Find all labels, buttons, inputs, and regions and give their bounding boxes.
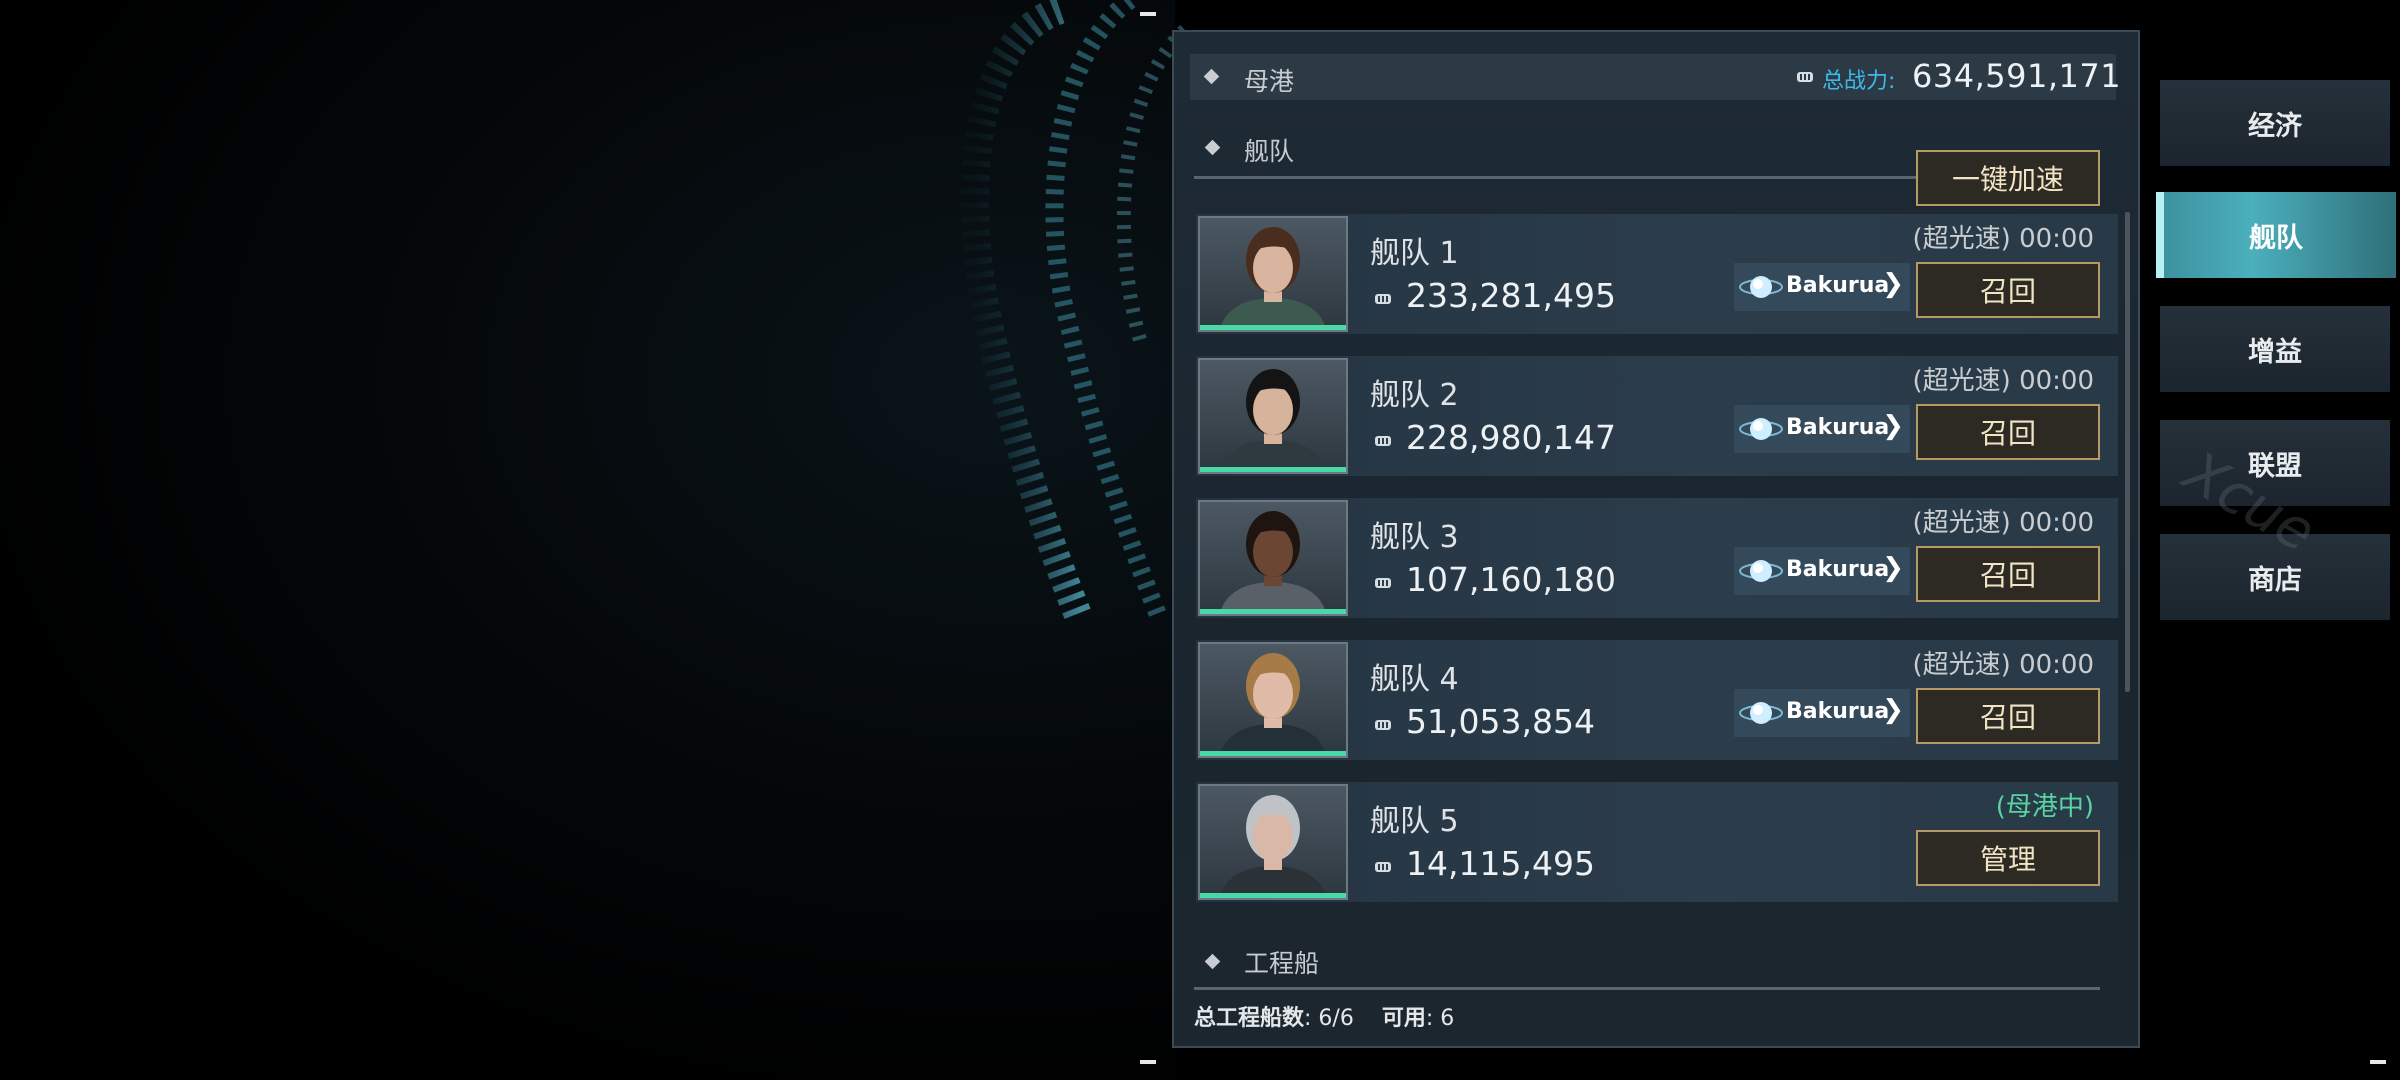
fleet-name: 舰队 4 [1370, 662, 1459, 697]
diamond-icon [1204, 139, 1221, 156]
planet-icon [1739, 702, 1783, 724]
hp-bar [1200, 893, 1346, 898]
total-power-value: 634,591,171 [1912, 57, 2122, 95]
fist-icon [1375, 436, 1391, 446]
chevron-right-icon: ❯ [1882, 695, 1904, 725]
nav-economy-button[interactable]: 经济 [2160, 80, 2390, 166]
planet-destination-chip[interactable]: Bakurua ❯ [1734, 405, 1910, 453]
nav-fleet-button[interactable]: 舰队 [2156, 192, 2396, 278]
fleet-status: (超光速) 00:00 [1912, 650, 2094, 680]
engineer-count: 总工程船数: 6/6 可用: 6 [1194, 1000, 1454, 1032]
recall-button[interactable]: 召回 [1916, 546, 2100, 602]
fleet-name: 舰队 1 [1370, 236, 1459, 271]
recall-button[interactable]: 召回 [1916, 262, 2100, 318]
frame-corner-mark [1140, 12, 1156, 16]
hp-bar [1200, 751, 1346, 756]
frame-corner-mark [2370, 1060, 2386, 1064]
planet-icon [1739, 276, 1783, 298]
fleet-power: 14,115,495 [1406, 844, 1595, 883]
fleet-power: 228,980,147 [1406, 418, 1616, 457]
chevron-right-icon: ❯ [1882, 411, 1904, 441]
nav-buff-button[interactable]: 增益 [2160, 306, 2390, 392]
engineer-total-value: : 6/6 [1304, 1006, 1354, 1031]
recall-button[interactable]: 召回 [1916, 688, 2100, 744]
fist-icon [1375, 862, 1391, 872]
engineer-available-value: : 6 [1425, 1006, 1455, 1031]
fleet-status: (超光速) 00:00 [1912, 224, 2094, 254]
hp-bar [1200, 467, 1346, 472]
planet-name: Bakurua [1786, 415, 1890, 440]
planet-name: Bakurua [1786, 557, 1890, 582]
planet-icon [1739, 560, 1783, 582]
diamond-icon [1204, 953, 1221, 970]
fleet-panel: 母港 总战力: 634,591,171 舰队 一键加速 舰队 1 233,281… [1172, 30, 2140, 1048]
fleet-row[interactable]: 舰队 4 51,053,854 (超光速) 00:00 Bakurua ❯ 召回 [1196, 640, 2118, 760]
planet-destination-chip[interactable]: Bakurua ❯ [1734, 263, 1910, 311]
home-port-title: 母港 [1244, 67, 1295, 96]
fleet-name: 舰队 3 [1370, 520, 1459, 555]
frame-corner-mark [1140, 1060, 1156, 1064]
fleet-name: 舰队 5 [1370, 804, 1459, 839]
manage-button[interactable]: 管理 [1916, 830, 2100, 886]
home-port-bar: 母港 总战力: 634,591,171 [1190, 54, 2121, 100]
fleet-row[interactable]: 舰队 5 14,115,495 (母港中) 管理 [1196, 782, 2118, 902]
engineer-total-label: 总工程船数 [1194, 1006, 1305, 1031]
commander-portrait[interactable] [1198, 500, 1348, 616]
chevron-right-icon: ❯ [1882, 553, 1904, 583]
commander-portrait[interactable] [1198, 216, 1348, 332]
chevron-right-icon: ❯ [1882, 269, 1904, 299]
engineer-available-label: 可用 [1381, 1006, 1426, 1031]
planet-icon [1739, 418, 1783, 440]
fleet-power: 107,160,180 [1406, 560, 1616, 599]
fist-icon [1797, 72, 1813, 82]
fleet-name: 舰队 2 [1370, 378, 1459, 413]
fist-icon [1375, 578, 1391, 588]
fleet-section-divider [1194, 176, 1922, 179]
fleet-section-title: 舰队 [1244, 137, 1295, 166]
engineer-section-title: 工程船 [1244, 949, 1320, 978]
fleet-row[interactable]: 舰队 1 233,281,495 (超光速) 00:00 Bakurua ❯ 召… [1196, 214, 2118, 334]
recall-button[interactable]: 召回 [1916, 404, 2100, 460]
commander-portrait[interactable] [1198, 784, 1348, 900]
fleet-power: 51,053,854 [1406, 702, 1595, 741]
fleet-status: (超光速) 00:00 [1912, 508, 2094, 538]
commander-portrait[interactable] [1198, 358, 1348, 474]
hp-bar [1200, 609, 1346, 614]
planet-destination-chip[interactable]: Bakurua ❯ [1734, 547, 1910, 595]
orbital-ring-decoration [960, 0, 1190, 626]
fleet-row[interactable]: 舰队 3 107,160,180 (超光速) 00:00 Bakurua ❯ 召… [1196, 498, 2118, 618]
fleet-row[interactable]: 舰队 2 228,980,147 (超光速) 00:00 Bakurua ❯ 召… [1196, 356, 2118, 476]
fleet-status: (超光速) 00:00 [1912, 366, 2094, 396]
planet-name: Bakurua [1786, 699, 1890, 724]
fleet-power: 233,281,495 [1406, 276, 1616, 315]
total-power-label: 总战力: [1822, 69, 1896, 94]
fist-icon [1375, 294, 1391, 304]
planet-destination-chip[interactable]: Bakurua ❯ [1734, 689, 1910, 737]
commander-portrait[interactable] [1198, 642, 1348, 758]
planet-name: Bakurua [1786, 273, 1890, 298]
speedup-all-button[interactable]: 一键加速 [1916, 150, 2100, 206]
engineer-section-divider [1194, 987, 2100, 990]
diamond-icon [1203, 68, 1220, 85]
fleet-status: (母港中) [1995, 792, 2094, 822]
hp-bar [1200, 325, 1346, 330]
fist-icon [1375, 720, 1391, 730]
panel-scrollbar[interactable] [2125, 212, 2130, 692]
